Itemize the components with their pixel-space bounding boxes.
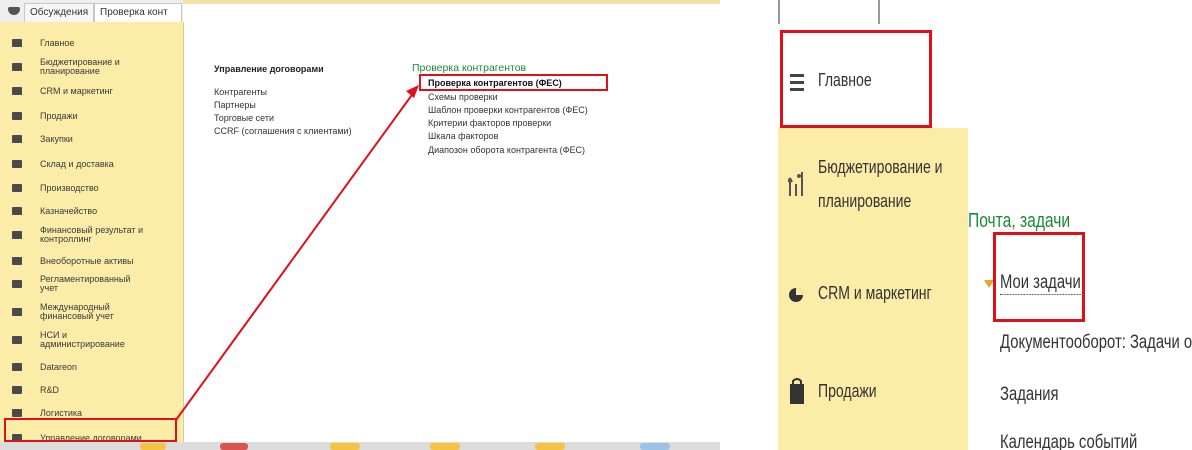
zoom-item-label: Продажи [818, 381, 877, 401]
bag-icon [790, 378, 804, 404]
arrow-overlay [175, 85, 419, 421]
taskbar-item[interactable] [220, 443, 248, 450]
taskbar-strip [0, 442, 720, 450]
highlight-box-my-tasks [993, 232, 1085, 322]
zoomed-screenshot: Главное Бюджетирование и планирование CR… [778, 0, 1192, 450]
taskbar-item[interactable] [430, 443, 460, 450]
link-calendar[interactable]: Календарь событий [1000, 432, 1137, 450]
red-arrow-line [175, 91, 415, 421]
crm-icon [789, 288, 803, 302]
divider [878, 0, 880, 24]
budget-icon [788, 172, 803, 196]
left-screenshot: Обсуждения Проверка конт Главное Бюджетир… [0, 0, 720, 450]
taskbar-item[interactable] [330, 443, 360, 450]
zoom-top-strip [778, 0, 968, 33]
red-arrow-head [406, 85, 419, 98]
taskbar-item[interactable] [140, 443, 166, 450]
link-docflow-tasks[interactable]: Документооборот: Задачи от меня [1000, 332, 1192, 354]
link-assignments[interactable]: Задания [1000, 384, 1059, 406]
highlight-box-main [780, 30, 932, 128]
zoom-item-label: Бюджетирование и планирование [818, 157, 943, 211]
zoom-item-label: CRM и маркетинг [818, 283, 932, 303]
divider [778, 0, 780, 24]
mail-tasks-title: Почта, задачи [968, 210, 1071, 232]
taskbar-item[interactable] [535, 443, 565, 450]
taskbar-item[interactable] [640, 443, 670, 450]
